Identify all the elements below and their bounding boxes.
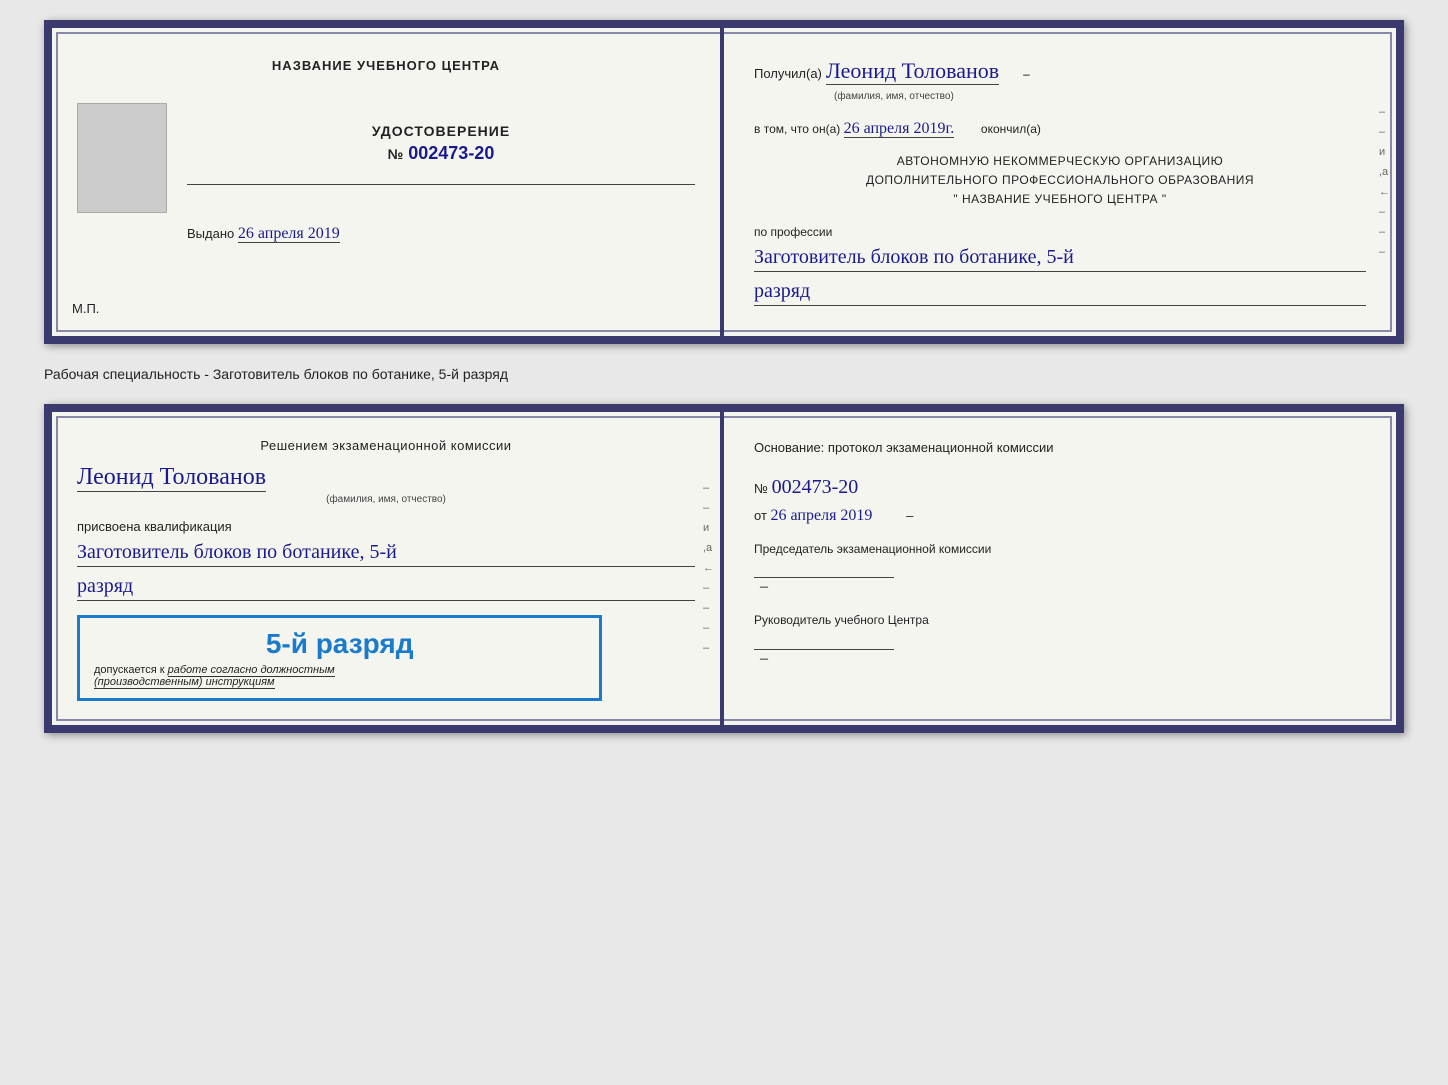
stamp-rank-text: 5-й разряд [94, 628, 585, 660]
mp-label: М.П. [72, 301, 99, 316]
chairman-title: Председатель экзаменационной комиссии [754, 541, 1366, 558]
cert-number: 002473-20 [408, 143, 494, 163]
rank-handwritten: разряд [754, 280, 1366, 306]
bottom-cert-right: Основание: протокол экзаменационной коми… [724, 412, 1396, 725]
chairman-block: Председатель экзаменационной комиссии – [754, 541, 1366, 597]
body1-text: в том, что он(а) [754, 122, 840, 136]
director-block: Руководитель учебного Центра – [754, 612, 1366, 668]
org-line2: ДОПОЛНИТЕЛЬНОГО ПРОФЕССИОНАЛЬНОГО ОБРАЗО… [754, 171, 1366, 190]
cert-num-prefix: № [388, 146, 405, 162]
cert-right-panel: Получил(а) Леонид Толованов – (фамилия, … [724, 28, 1396, 336]
recipient-sublabel: (фамилия, имя, отчество) [834, 91, 1366, 102]
body1-date: 26 апреля 2019г. [844, 120, 955, 138]
protocol-date-block: от 26 апреля 2019 – [754, 507, 1366, 525]
decision-text: Решением экзаменационной комиссии [77, 436, 695, 456]
top-certificate: НАЗВАНИЕ УЧЕБНОГО ЦЕНТРА УДОСТОВЕРЕНИЕ №… [44, 20, 1404, 344]
school-name-title: НАЗВАНИЕ УЧЕБНОГО ЦЕНТРА [77, 58, 695, 73]
issued-block: Выдано 26 апреля 2019 [187, 225, 695, 243]
recipient-prefix: Получил(а) [754, 66, 822, 81]
bottom-cert-left: Решением экзаменационной комиссии Леонид… [52, 412, 724, 725]
issued-date: 26 апреля 2019 [238, 225, 340, 243]
stamp-italic2: (производственным) инструкциям [94, 676, 275, 689]
issued-label: Выдано [187, 226, 234, 241]
profession-handwritten: Заготовитель блоков по ботанике, 5-й [754, 243, 1366, 272]
cert-label: УДОСТОВЕРЕНИЕ [187, 123, 695, 139]
protocol-num-prefix: № [754, 481, 768, 496]
qualification-label: присвоена квалификация [77, 519, 695, 534]
separator-label: Рабочая специальность - Заготовитель бло… [44, 360, 1404, 388]
org-line3: " НАЗВАНИЕ УЧЕБНОГО ЦЕНТРА " [754, 190, 1366, 209]
org-line1: АВТОНОМНУЮ НЕКОММЕРЧЕСКУЮ ОРГАНИЗАЦИЮ [754, 152, 1366, 171]
recipient-name: Леонид Толованов [826, 58, 999, 85]
basis-label: Основание: протокол экзаменационной коми… [754, 436, 1366, 459]
protocol-number: 002473-20 [772, 476, 859, 498]
bottom-person-sublabel: (фамилия, имя, отчество) [77, 494, 695, 505]
cert-number-block: УДОСТОВЕРЕНИЕ № 002473-20 [187, 123, 695, 164]
org-name-block: АВТОНОМНУЮ НЕКОММЕРЧЕСКУЮ ОРГАНИЗАЦИЮ ДО… [754, 152, 1366, 210]
bottom-person-name: Леонид Толованов [77, 464, 266, 492]
stamp-allowed-prefix: допускается к [94, 664, 165, 676]
director-title: Руководитель учебного Центра [754, 612, 1366, 629]
body-text-1: в том, что он(а) 26 апреля 2019г. окончи… [754, 116, 1366, 142]
bottom-rank: разряд [77, 575, 695, 601]
protocol-number-block: № 002473-20 [754, 476, 1366, 499]
bottom-side-marks: – – и ,а ← – – – – [703, 482, 714, 654]
director-sig-line [754, 649, 894, 650]
finished-label: окончил(а) [981, 122, 1041, 136]
date-prefix: от [754, 508, 767, 523]
bottom-certificate: Решением экзаменационной комиссии Леонид… [44, 404, 1404, 733]
bottom-qualification: Заготовитель блоков по ботанике, 5-й [77, 538, 695, 567]
stamp-italic1: работе согласно должностным [168, 664, 335, 677]
protocol-date: 26 апреля 2019 [771, 507, 873, 524]
cert-left-panel: НАЗВАНИЕ УЧЕБНОГО ЦЕНТРА УДОСТОВЕРЕНИЕ №… [52, 28, 724, 336]
chairman-sig-line [754, 577, 894, 578]
profession-label: по профессии [754, 225, 1366, 239]
stamp-box: 5-й разряд допускается к работе согласно… [77, 615, 602, 701]
photo-placeholder [77, 103, 167, 213]
side-marks: – – и ,а ← – – – [1379, 106, 1390, 258]
stamp-allowed: допускается к работе согласно должностны… [94, 664, 585, 688]
